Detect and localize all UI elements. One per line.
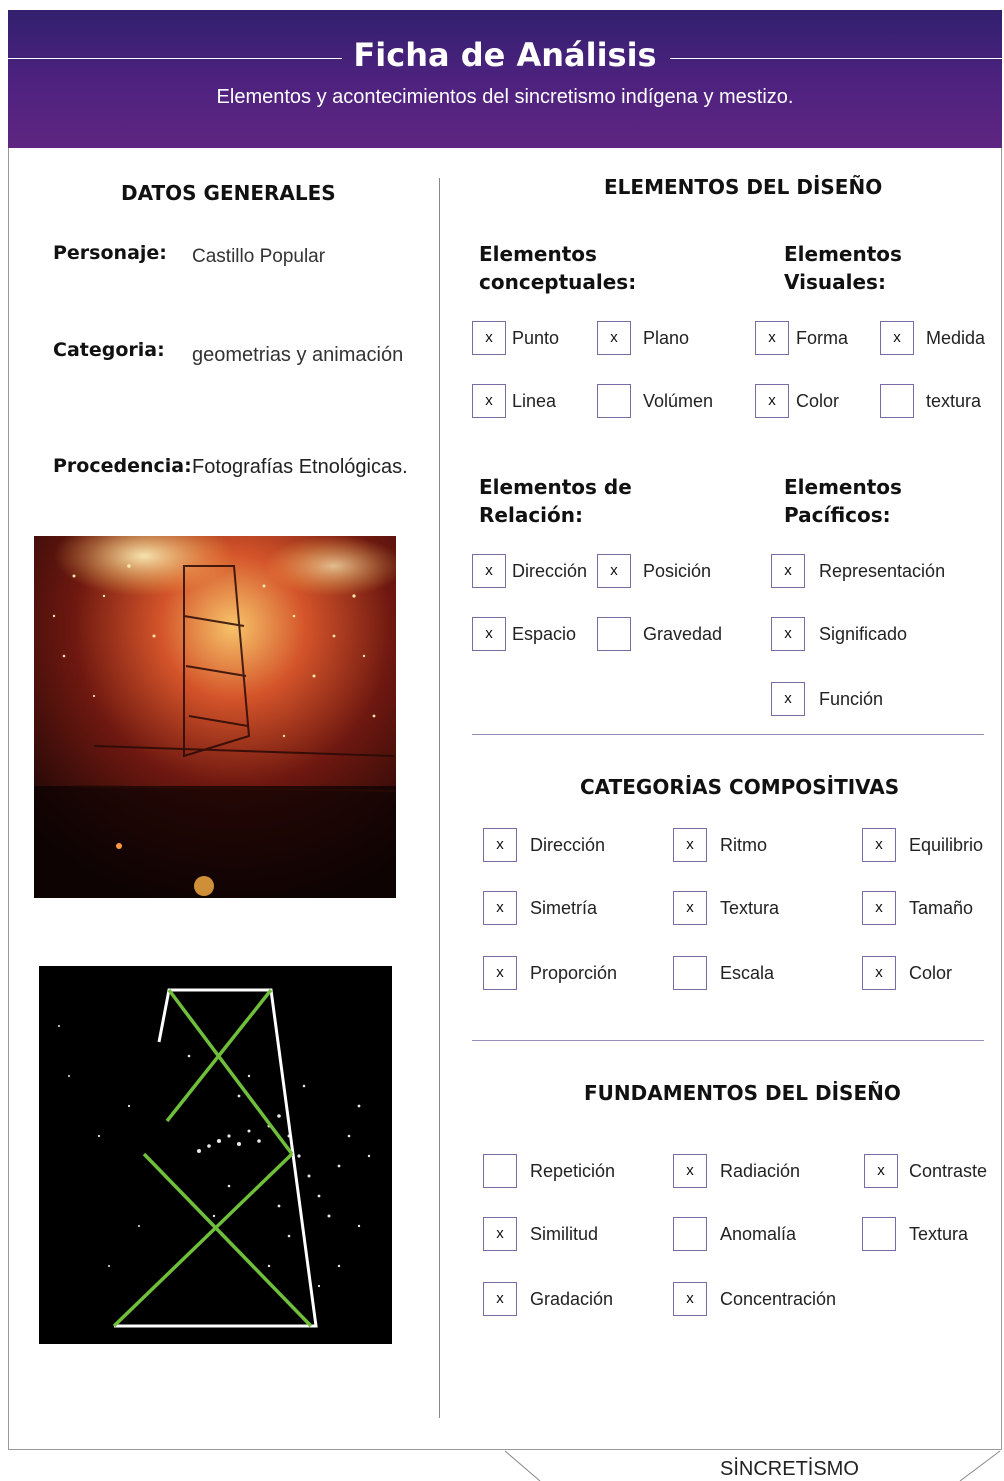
checkbox-label-punto: Punto [512,328,560,348]
fundamentos-diseno-heading: FUNDAMENTOS DEL DİSEÑO [584,1081,901,1105]
pacificos-title: Elementos Pacíficos: [784,473,902,529]
checkbox-label-gravedad: Gravedad [643,624,723,644]
checkbox-label-textura-comp: Textura [720,898,780,918]
procedencia-label: Procedencia: [53,455,192,477]
checkbox-label-significado: Significado [819,624,908,644]
checkbox-label-color-visual: Color [796,391,840,411]
checkbox-label-similitud: Similitud [530,1224,599,1244]
page-title: Ficha de Análisis [353,36,657,74]
pacificos-title-line2: Pacíficos: [784,503,891,527]
checkbox-label-simetria: Simetría [530,898,598,918]
section-separator-2 [472,1040,984,1041]
checkbox-linea[interactable]: x [472,384,506,418]
column-divider [439,178,440,1418]
fireworks-photo [34,536,396,898]
checkbox-color-comp[interactable]: x [862,956,896,990]
elementos-diseno-heading: ELEMENTOS DEL DİSEÑO [604,175,883,199]
checkbox-label-textura-fund: Textura [909,1224,969,1244]
categorias-compositivas-heading: CATEGORİAS COMPOSİTIVAS [580,775,900,799]
checkbox-label-medida: Medida [926,328,986,348]
checkbox-color-visual[interactable]: x [755,384,789,418]
checkbox-escala[interactable] [673,956,707,990]
checkbox-label-gradacion: Gradación [530,1289,614,1309]
checkbox-ritmo[interactable]: x [673,828,707,862]
checkbox-label-tamano: Tamaño [909,898,974,918]
visuales-title: Elementos Visuales: [784,240,902,296]
checkbox-label-anomalia: Anomalía [720,1224,797,1244]
checkbox-direccion-relacion[interactable]: x [472,554,506,588]
relacion-title-line2: Relación: [479,503,584,527]
geometric-sketch-image [39,966,392,1344]
checkbox-label-textura-visual: textura [926,391,982,411]
checkbox-label-equilibrio: Equilibrio [909,835,984,855]
checkbox-label-ritmo: Ritmo [720,835,768,855]
checkbox-funcion[interactable]: x [771,682,805,716]
pacificos-title-line1: Elementos [784,475,902,499]
visuales-title-line2: Visuales: [784,270,886,294]
checkbox-radiacion[interactable]: x [673,1154,707,1188]
checkbox-label-radiacion: Radiación [720,1161,801,1181]
procedencia-value: Fotografías Etnológicas. [192,456,408,478]
checkbox-significado[interactable]: x [771,617,805,651]
checkbox-label-forma: Forma [796,328,849,348]
checkbox-repeticion[interactable] [483,1154,517,1188]
checkbox-label-repeticion: Repetición [530,1161,616,1181]
checkbox-label-color-comp: Color [909,963,953,983]
checkbox-label-plano: Plano [643,328,690,348]
checkbox-textura-comp[interactable]: x [673,891,707,925]
checkbox-volumen[interactable] [597,384,631,418]
conceptuales-title-line1: Elementos [479,242,597,266]
categoria-label: Categoria: [53,339,165,361]
checkbox-contraste[interactable]: x [864,1154,898,1188]
checkbox-forma[interactable]: x [755,321,789,355]
categoria-value: geometrias y animación [192,344,404,366]
relacion-title-line1: Elementos de [479,475,632,499]
checkbox-punto[interactable]: x [472,321,506,355]
checkbox-gradacion[interactable]: x [483,1282,517,1316]
header-banner: Ficha de Análisis Elementos y acontecimi… [8,10,1002,148]
checkbox-label-funcion: Función [819,689,884,709]
checkbox-espacio[interactable]: x [472,617,506,651]
personaje-value: Castillo Popular [192,246,326,267]
page-subtitle: Elementos y acontecimientos del sincreti… [216,86,794,108]
checkbox-medida[interactable]: x [880,321,914,355]
checkbox-label-direccion-comp: Dirección [530,835,606,855]
conceptuales-title-line2: conceptuales: [479,270,637,294]
checkbox-label-posicion: Posición [643,561,712,581]
checkbox-anomalia[interactable] [673,1217,707,1251]
checkbox-proporcion[interactable]: x [483,956,517,990]
visuales-title-line1: Elementos [784,242,902,266]
relacion-title: Elementos de Relación: [479,473,632,529]
checkbox-label-direccion-relacion: Dirección [512,561,588,581]
checkbox-textura-fund[interactable] [862,1217,896,1251]
conceptuales-title: Elementos conceptuales: [479,240,636,296]
checkbox-representacion[interactable]: x [771,554,805,588]
checkbox-label-proporcion: Proporción [530,963,618,983]
checkbox-label-espacio: Espacio [512,624,577,644]
checkbox-label-representacion: Representación [819,561,946,581]
checkbox-plano[interactable]: x [597,321,631,355]
personaje-label: Personaje: [53,242,167,264]
checkbox-equilibrio[interactable]: x [862,828,896,862]
checkbox-label-linea: Linea [512,391,557,411]
checkbox-direccion-comp[interactable]: x [483,828,517,862]
section-separator-1 [472,734,984,735]
checkbox-similitud[interactable]: x [483,1217,517,1251]
checkbox-gravedad[interactable] [597,617,631,651]
checkbox-textura-visual[interactable] [880,384,914,418]
datos-generales-heading: DATOS GENERALES [121,181,336,205]
checkbox-label-concentracion: Concentración [720,1289,837,1309]
checkbox-tamano[interactable]: x [862,891,896,925]
checkbox-simetria[interactable]: x [483,891,517,925]
footer-label: SİNCRETİSMO [720,1458,859,1480]
checkbox-posicion[interactable]: x [597,554,631,588]
checkbox-label-volumen: Volúmen [643,391,714,411]
checkbox-concentracion[interactable]: x [673,1282,707,1316]
checkbox-label-contraste: Contraste [909,1161,988,1181]
checkbox-label-escala: Escala [720,963,775,983]
